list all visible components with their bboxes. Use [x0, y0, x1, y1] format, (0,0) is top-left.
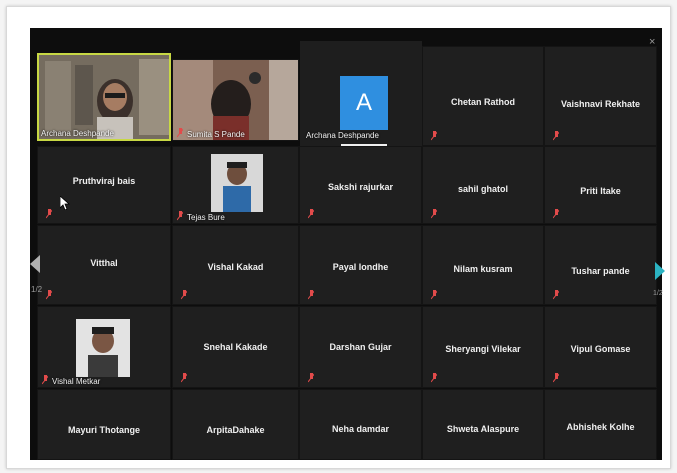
tile-arpita[interactable]: ArpitaDahake — [172, 389, 299, 460]
participant-name: Tejas Bure — [187, 213, 225, 222]
participant-name: Vishal Metkar — [52, 377, 101, 386]
participant-name: Neha damdar — [331, 423, 390, 434]
tile-sahil[interactable]: sahil ghatol — [422, 146, 544, 224]
tile-nilam[interactable]: Nilam kusram — [422, 225, 544, 305]
tile-chetan[interactable]: Chetan Rathod — [422, 46, 544, 146]
participant-video — [173, 60, 298, 140]
participant-name: Sheryangi Vilekar — [445, 343, 521, 354]
tile-abhishek[interactable]: Abhishek Kolhe — [544, 389, 657, 460]
tile-vaishnavi[interactable]: Vaishnavi Rekhate — [544, 46, 657, 146]
tile-shweta[interactable]: Shweta Alaspure — [422, 389, 544, 460]
participant-name: Mayuri Thotange — [67, 425, 140, 436]
tile-sakshi[interactable]: Sakshi rajurkar — [299, 146, 422, 224]
mic-muted-icon — [431, 209, 437, 219]
mic-muted-icon — [181, 290, 187, 300]
mic-muted-icon — [431, 290, 437, 300]
close-icon[interactable]: × — [649, 36, 655, 48]
mic-muted-icon — [431, 131, 437, 141]
mic-muted-icon — [553, 373, 559, 383]
participant-name: Archana Deshpande — [41, 129, 114, 138]
video-tile-vishal-metkar[interactable]: Vishal Metkar — [37, 306, 171, 388]
participant-name: Shweta Alaspure — [446, 423, 520, 434]
page-indicator-left: 1/2 — [31, 285, 43, 294]
video-tile-sumita[interactable]: Sumita S Pande — [172, 59, 299, 141]
tile-mayuri[interactable]: Mayuri Thotange — [37, 389, 171, 460]
page-indicator-right: 1/2 — [653, 290, 663, 297]
participant-name: Abhishek Kolhe — [566, 422, 635, 433]
mic-muted-icon — [308, 209, 314, 219]
participant-name: Vaishnavi Rekhate — [560, 98, 641, 109]
participant-name: Vipul Gomase — [570, 343, 631, 354]
mic-muted-icon — [46, 290, 52, 300]
participant-video — [76, 319, 130, 377]
participant-name: Sakshi rajurkar — [327, 181, 394, 192]
participant-name: Darshan Gujar — [329, 342, 392, 352]
video-tile-tejas[interactable]: Tejas Bure — [172, 146, 299, 224]
previous-page-arrow-icon[interactable] — [30, 255, 40, 273]
tile-vipul[interactable]: Vipul Gomase — [544, 306, 657, 388]
participant-video — [211, 154, 263, 212]
tile-pruthviraj[interactable]: Pruthviraj bais — [37, 146, 171, 224]
mic-muted-icon — [308, 290, 314, 300]
participant-name: Vishal Kakad — [207, 261, 264, 272]
mic-muted-icon — [42, 375, 48, 385]
mic-muted-icon — [431, 373, 437, 383]
mic-muted-icon — [46, 209, 52, 219]
avatar: A — [340, 76, 388, 130]
next-page-arrow-icon[interactable] — [655, 262, 665, 280]
tile-payal[interactable]: Payal londhe — [299, 225, 422, 305]
mic-muted-icon — [177, 128, 183, 138]
video-tile-archana[interactable]: Archana Deshpande — [37, 53, 171, 141]
participant-name: Payal londhe — [332, 261, 389, 272]
participant-name: Sumita S Pande — [187, 130, 245, 139]
tile-tushar[interactable]: Tushar pande — [544, 225, 657, 305]
participant-name: Vitthal — [90, 258, 118, 269]
participant-name: ArpitaDahake — [206, 425, 265, 436]
tile-darshan[interactable]: Darshan Gujar — [299, 306, 422, 388]
mic-muted-icon — [553, 290, 559, 300]
mic-muted-icon — [308, 373, 314, 383]
mic-muted-icon — [553, 209, 559, 219]
mic-muted-icon — [553, 131, 559, 141]
mouse-cursor-icon — [60, 196, 70, 210]
participant-name: Archana Deshpande — [306, 131, 379, 140]
participant-name: Snehal Kakade — [203, 342, 268, 352]
participant-name: Chetan Rathod — [451, 96, 515, 107]
participant-name: Tushar pande — [571, 266, 630, 277]
tile-priti[interactable]: Priti Itake — [544, 146, 657, 224]
tile-sheryangi[interactable]: Sheryangi Vilekar — [422, 306, 544, 388]
tile-neha[interactable]: Neha damdar — [299, 389, 422, 460]
tile-vishal-kakad[interactable]: Vishal Kakad — [172, 225, 299, 305]
mic-muted-icon — [177, 211, 183, 221]
participant-name: sahil ghatol — [457, 183, 508, 194]
participant-name: Priti Itake — [580, 186, 621, 197]
participant-name: Nilam kusram — [453, 263, 513, 274]
mic-muted-icon — [181, 373, 187, 383]
tile-snehal[interactable]: Snehal Kakade — [172, 306, 299, 388]
tile-vitthal[interactable]: Vitthal — [37, 225, 171, 305]
participant-name: Pruthviraj bais — [72, 176, 136, 187]
